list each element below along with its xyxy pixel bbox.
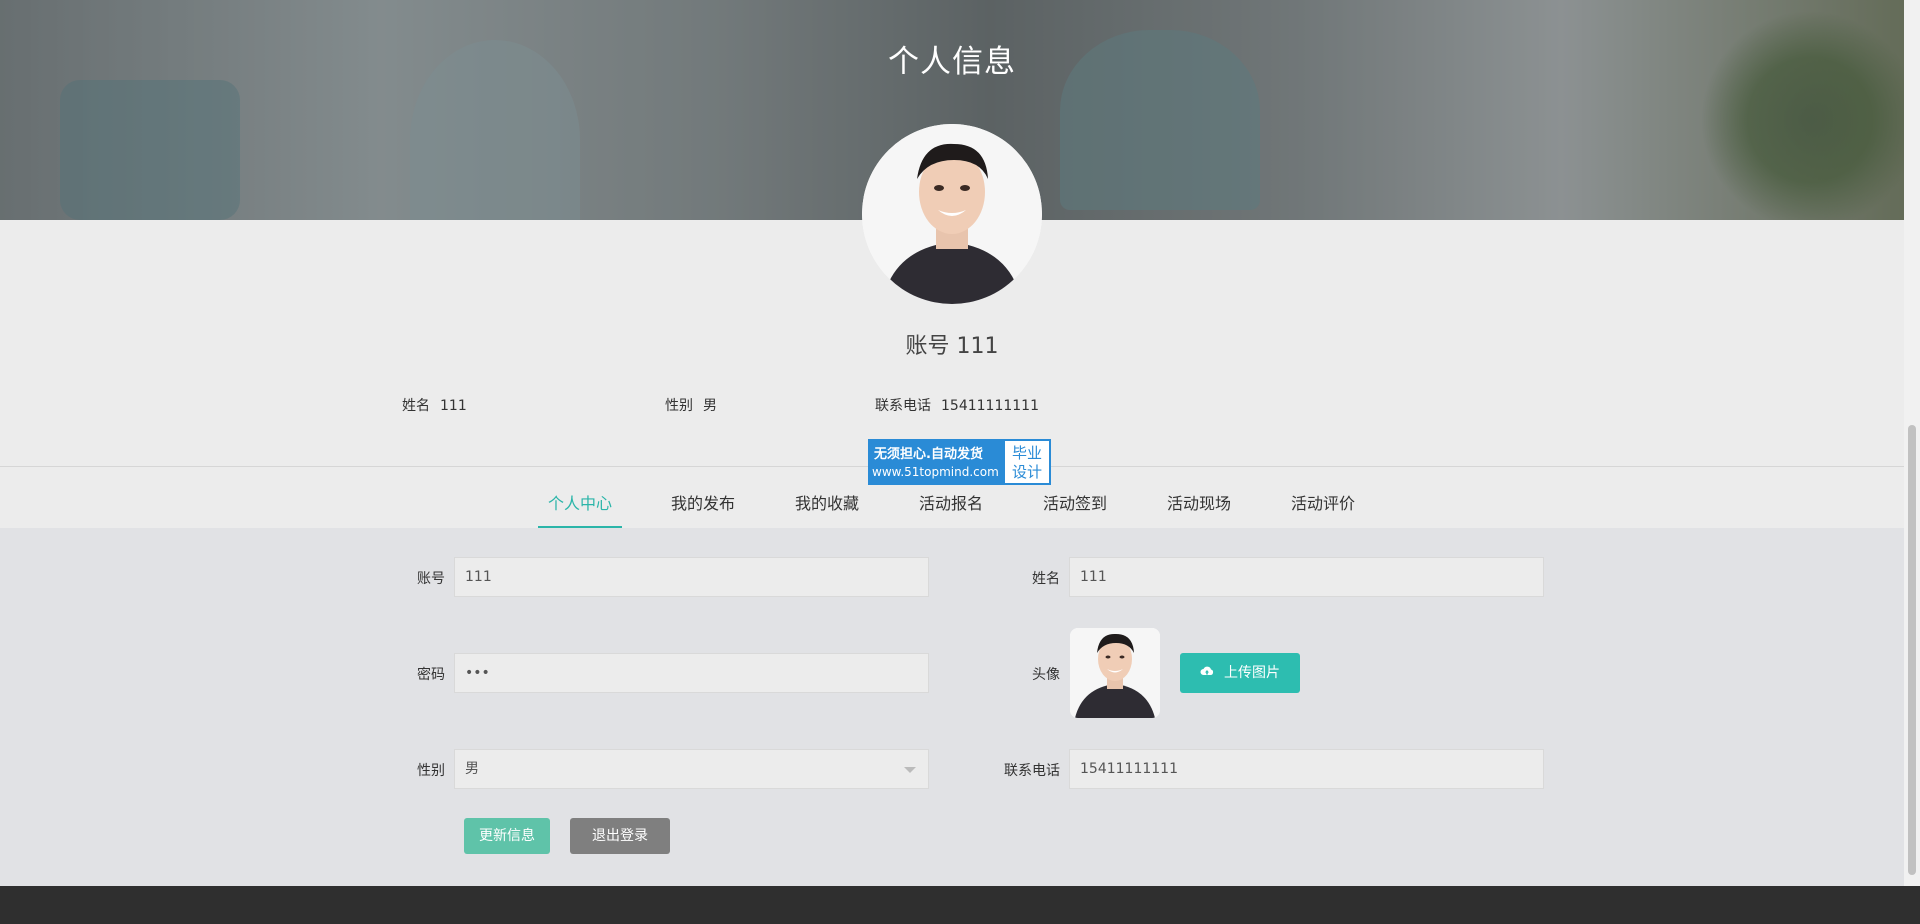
watermark-badge-line1: 毕业 [1011,444,1042,462]
upload-image-button[interactable]: 上传图片 [1180,653,1300,693]
summary-phone-label: 联系电话 [875,398,931,414]
summary-name-value: 111 [440,398,467,414]
gender-select[interactable]: 男 [454,749,929,789]
tab-my-posts[interactable]: 我的发布 [664,480,742,528]
summary-gender: 性别男 [665,395,717,415]
chevron-down-icon [904,767,916,773]
watermark-badge: 无须担心.自动发货 www.51topmind.com 毕业 设计 [868,439,1052,485]
password-label: 密码 [417,667,445,683]
account-heading: 账号 111 [905,334,999,359]
phone-input[interactable] [1069,749,1544,789]
summary-phone: 联系电话 15411111111 [875,395,1039,415]
upload-button-label: 上传图片 [1224,665,1280,681]
tab-personal-center[interactable]: 个人中心 [538,480,622,528]
account-input[interactable] [454,557,929,597]
gender-select-value: 男 [465,761,479,777]
gender-label: 性别 [417,763,445,779]
name-input[interactable] [1069,557,1544,597]
password-input[interactable] [454,653,929,693]
tab-my-favorites[interactable]: 我的收藏 [788,480,866,528]
summary-gender-label: 性别 [665,398,693,414]
cloud-upload-icon [1200,653,1214,693]
scrollbar-thumb[interactable] [1908,425,1916,875]
avatar-preview[interactable] [1070,628,1160,718]
account-label: 账号 [417,571,445,587]
profile-avatar [862,124,1042,304]
watermark-line2: www.51topmind.com [872,465,999,479]
summary-name-label: 姓名 [402,398,430,414]
avatar-label: 头像 [1032,667,1060,683]
profile-form [0,528,1904,886]
summary-gender-value: 男 [703,398,717,414]
phone-label: 联系电话 [1004,763,1060,779]
logout-button[interactable]: 退出登录 [570,818,670,854]
page-footer [0,886,1920,924]
tab-activity-checkin[interactable]: 活动签到 [1036,480,1114,528]
profile-tabs: 个人中心 我的发布 我的收藏 活动报名 活动签到 活动现场 活动评价 [0,480,1904,528]
page-title: 个人信息 [888,44,1016,80]
update-info-button[interactable]: 更新信息 [464,818,550,854]
tab-activity-review[interactable]: 活动评价 [1284,480,1362,528]
tab-activity-live[interactable]: 活动现场 [1160,480,1238,528]
watermark-right: 毕业 设计 [1003,439,1051,485]
summary-phone-value: 15411111111 [941,398,1039,414]
name-label: 姓名 [1032,571,1060,587]
watermark-line1: 无须担心.自动发货 [874,447,983,462]
watermark-left: 无须担心.自动发货 www.51topmind.com [868,439,1003,485]
tab-activity-signup[interactable]: 活动报名 [912,480,990,528]
summary-name: 姓名 111 [402,395,467,415]
